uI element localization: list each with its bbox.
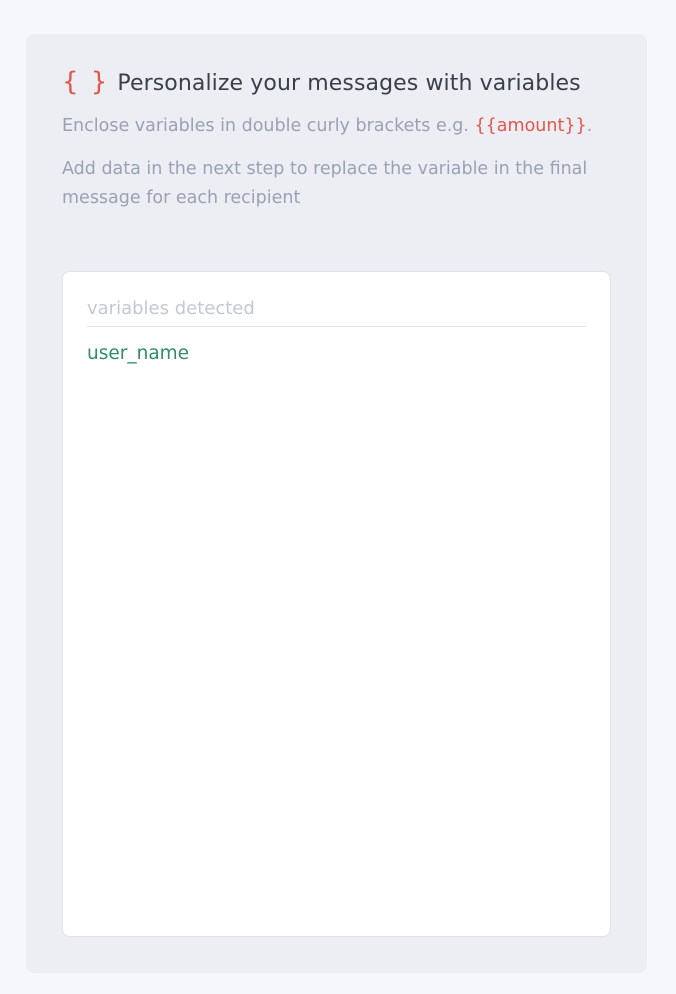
instructions-suffix: . [586, 116, 593, 136]
variables-detected-label: variables detected [87, 296, 586, 327]
variable-item: user_name [87, 343, 190, 364]
panel-header: { } Personalize your messages with varia… [62, 67, 611, 97]
panel-title: Personalize your messages with variables [117, 70, 581, 96]
example-variable: {{amount}} [474, 116, 587, 136]
instructions-prefix: Enclose variables in double curly bracke… [62, 116, 469, 136]
variables-info-panel: { } Personalize your messages with varia… [26, 34, 647, 973]
variables-detected-card: variables detected user_name [62, 271, 611, 937]
curly-braces-icon: { } [62, 67, 110, 97]
replace-info-text: Add data in the next step to replace the… [62, 159, 588, 208]
instructions-text: Enclose variables in double curly bracke… [62, 112, 602, 141]
variables-list: user_name [87, 341, 586, 367]
